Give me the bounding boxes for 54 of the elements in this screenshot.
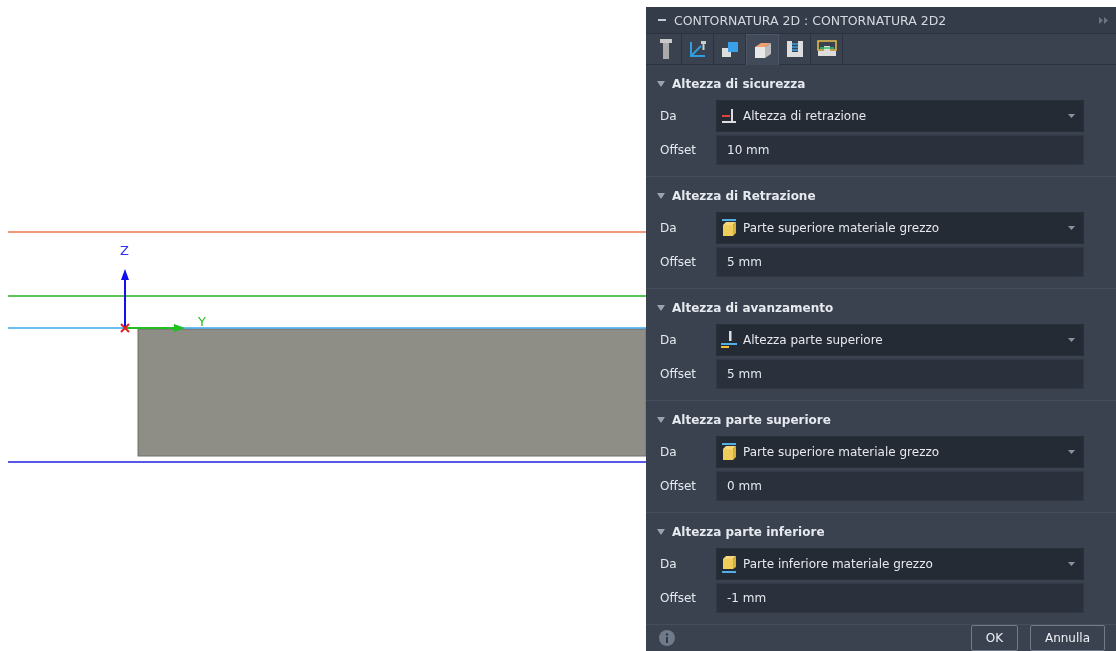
caret-icon <box>1068 114 1075 118</box>
offset-field[interactable]: 5 mm <box>716 359 1084 389</box>
collapse-triangle-icon[interactable] <box>657 529 665 535</box>
dropdown[interactable]: Parte superiore materiale grezzo <box>716 212 1084 244</box>
field-label: Offset <box>659 479 698 493</box>
collapse-triangle-icon[interactable] <box>657 193 665 199</box>
section-title: Altezza di Retrazione <box>672 189 816 203</box>
field-label: Da <box>659 333 678 347</box>
stock-top-icon <box>721 219 737 237</box>
field-label: Offset <box>659 143 698 157</box>
collapse-triangle-icon[interactable] <box>657 81 665 87</box>
section-title: Altezza di avanzamento <box>672 301 834 315</box>
dropdown[interactable]: Altezza parte superiore <box>716 324 1084 356</box>
collapse-triangle-icon[interactable] <box>657 305 665 311</box>
section-title: Altezza di sicurezza <box>672 77 806 91</box>
expand-icon[interactable] <box>1099 16 1108 24</box>
offset-field[interactable]: 0 mm <box>716 471 1084 501</box>
dropdown[interactable]: Parte superiore materiale grezzo <box>716 436 1084 468</box>
dialog-title: CONTORNATURA 2D : CONTORNATURA 2D2 <box>674 12 948 28</box>
caret-icon <box>1068 226 1075 230</box>
height-icon <box>721 108 737 124</box>
profile-icon <box>816 40 837 58</box>
stock-tab[interactable] <box>746 34 779 65</box>
field-label: Offset <box>659 591 698 605</box>
field-label: Da <box>659 221 678 235</box>
cube-icon <box>752 40 773 60</box>
caret-icon <box>1068 338 1075 342</box>
field-label: Offset <box>659 367 698 381</box>
ok-button[interactable]: OK <box>970 625 1018 651</box>
offset-field[interactable]: 5 mm <box>716 247 1084 277</box>
info-icon[interactable] <box>659 630 675 646</box>
pocket-icon <box>785 40 804 58</box>
boxes-icon <box>719 39 740 59</box>
offset-field[interactable]: -1 mm <box>716 583 1084 613</box>
height-icon <box>721 331 737 349</box>
stock-top-icon <box>721 443 737 461</box>
field-label: Offset <box>659 255 698 269</box>
axes-icon <box>687 39 708 59</box>
axis-label: Y <box>198 314 206 329</box>
field-label: Da <box>659 109 678 123</box>
section-title: Altezza parte inferiore <box>672 525 825 539</box>
dropdown[interactable]: Altezza di retrazione <box>716 100 1084 132</box>
section-title: Altezza parte superiore <box>672 413 831 427</box>
tool-icon <box>658 38 673 60</box>
cancel-button[interactable]: Annulla <box>1029 625 1105 651</box>
caret-icon <box>1068 562 1075 566</box>
offset-field[interactable]: 10 mm <box>716 135 1084 165</box>
collapse-triangle-icon[interactable] <box>657 417 665 423</box>
stock-bottom-icon <box>721 555 737 573</box>
dropdown[interactable]: Parte inferiore materiale grezzo <box>716 548 1084 580</box>
field-label: Da <box>659 557 678 571</box>
axis-label: Z <box>120 243 129 258</box>
field-label: Da <box>659 445 678 459</box>
caret-icon <box>1068 450 1075 454</box>
